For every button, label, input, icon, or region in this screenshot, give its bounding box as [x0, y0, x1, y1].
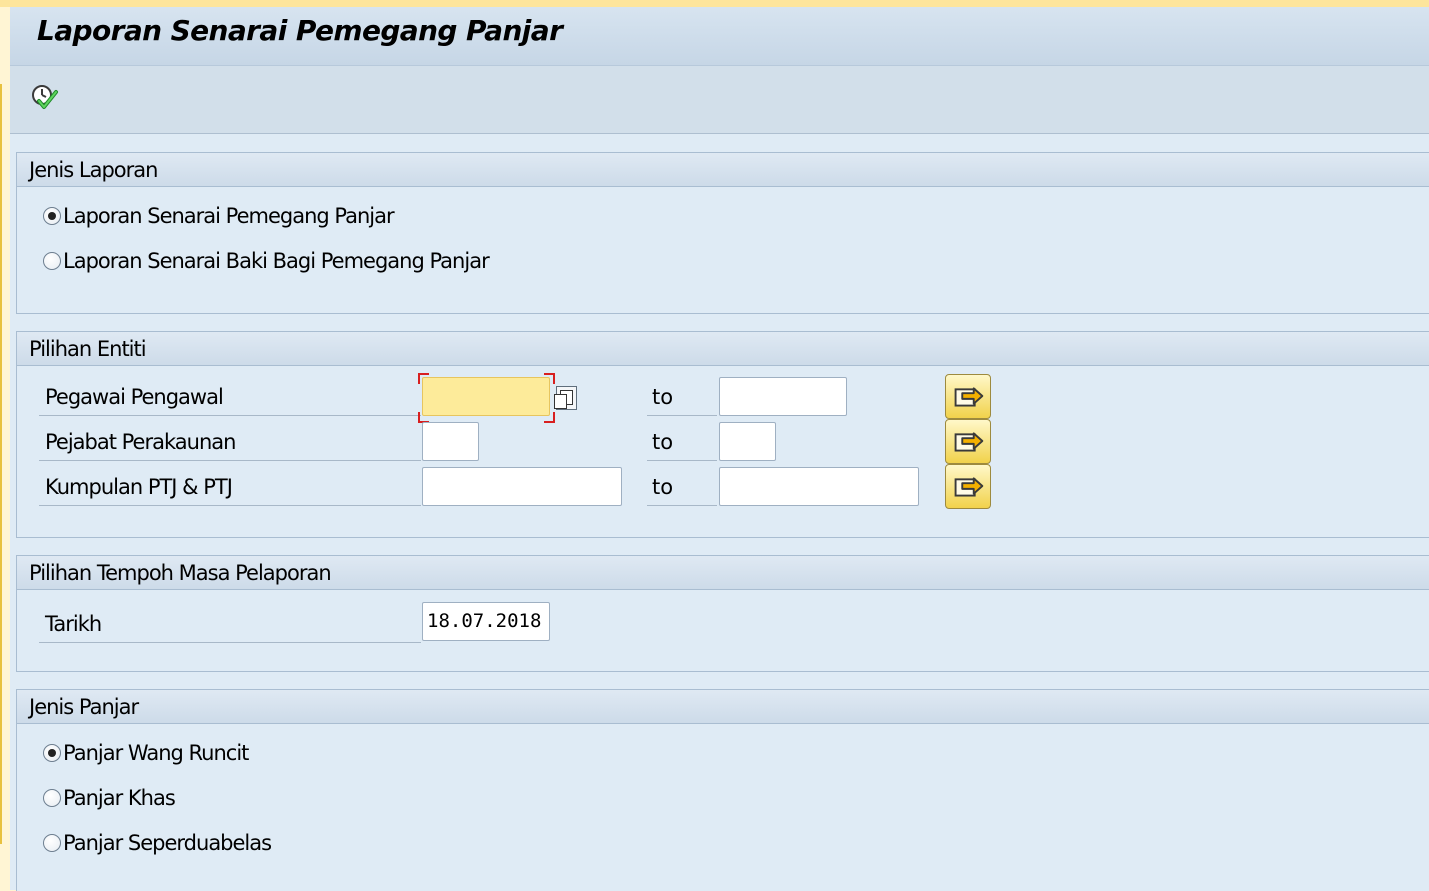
label-tarikh: Tarikh	[39, 606, 421, 643]
group-advance-type: Jenis Panjar Panjar Wang Runcit Panjar K…	[16, 689, 1429, 891]
top-border	[0, 0, 1429, 7]
execute-icon[interactable]	[29, 83, 59, 113]
focus-marker	[544, 412, 555, 423]
label-pegawai-pengawal: Pegawai Pengawal	[39, 379, 421, 416]
pejabat-perakaunan-to-input[interactable]	[719, 422, 776, 461]
radio-label: Panjar Khas	[63, 786, 176, 810]
pejabat-perakaunan-from-input[interactable]	[422, 422, 479, 461]
label-kumpulan-ptj: Kumpulan PTJ & PTJ	[39, 469, 421, 506]
radio-label: Panjar Seperduabelas	[63, 831, 272, 855]
radio-button[interactable]	[43, 744, 61, 762]
group-title-report-type: Jenis Laporan	[17, 153, 1429, 187]
application-toolbar	[10, 66, 1429, 134]
radio-label: Panjar Wang Runcit	[63, 741, 249, 765]
tarikh-input[interactable]: 18.07.2018	[422, 602, 550, 641]
radio-panjar-wang-runcit[interactable]: Panjar Wang Runcit	[43, 741, 249, 765]
focus-marker	[418, 373, 429, 384]
left-accent-line	[0, 84, 2, 844]
group-title-entity: Pilihan Entiti	[17, 332, 1429, 366]
pegawai-pengawal-to-input[interactable]	[719, 377, 847, 416]
focus-marker	[544, 373, 555, 384]
multiple-selection-icon[interactable]	[945, 374, 991, 419]
radio-button[interactable]	[43, 834, 61, 852]
to-label: to	[647, 379, 717, 416]
radio-panjar-khas[interactable]: Panjar Khas	[43, 786, 176, 810]
kumpulan-ptj-from-input[interactable]	[422, 467, 622, 506]
radio-report-balance[interactable]: Laporan Senarai Baki Bagi Pemegang Panja…	[43, 249, 490, 273]
label-pejabat-perakaunan: Pejabat Perakaunan	[39, 424, 421, 461]
pegawai-pengawal-from-input[interactable]	[422, 377, 550, 416]
radio-report-holders[interactable]: Laporan Senarai Pemegang Panjar	[43, 204, 395, 228]
radio-button[interactable]	[43, 789, 61, 807]
group-period-selection: Pilihan Tempoh Masa Pelaporan Tarikh 18.…	[16, 555, 1429, 672]
multiple-selection-icon[interactable]	[945, 464, 991, 509]
group-title-period: Pilihan Tempoh Masa Pelaporan	[17, 556, 1429, 590]
sap-selection-screen: Laporan Senarai Pemegang Panjar Jenis La…	[10, 7, 1429, 891]
title-bar: Laporan Senarai Pemegang Panjar	[10, 7, 1429, 66]
kumpulan-ptj-to-input[interactable]	[719, 467, 919, 506]
group-report-type: Jenis Laporan Laporan Senarai Pemegang P…	[16, 152, 1429, 314]
multiple-selection-icon[interactable]	[945, 419, 991, 464]
radio-label: Laporan Senarai Baki Bagi Pemegang Panja…	[63, 249, 490, 273]
radio-panjar-seperduabelas[interactable]: Panjar Seperduabelas	[43, 831, 272, 855]
radio-label: Laporan Senarai Pemegang Panjar	[63, 204, 395, 228]
group-entity-selection: Pilihan Entiti Pegawai Pengawal to Pejab…	[16, 331, 1429, 538]
page-title: Laporan Senarai Pemegang Panjar	[37, 14, 563, 47]
to-label: to	[647, 469, 717, 506]
radio-button[interactable]	[43, 252, 61, 270]
radio-button[interactable]	[43, 207, 61, 225]
group-title-advance-type: Jenis Panjar	[17, 690, 1429, 724]
to-label: to	[647, 424, 717, 461]
value-help-icon[interactable]	[554, 386, 577, 410]
